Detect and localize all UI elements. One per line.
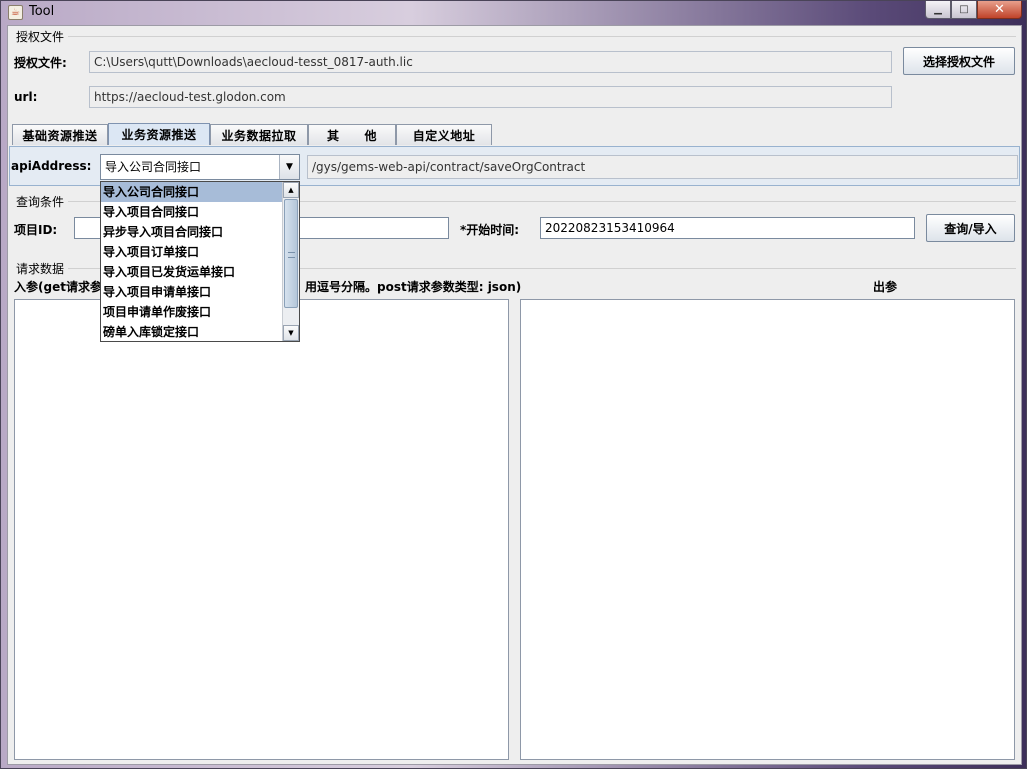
auth-group-label: 授权文件	[16, 30, 65, 44]
dropdown-option[interactable]: 导入公司合同接口	[101, 182, 283, 202]
auth-group-border	[68, 36, 1016, 37]
url-field[interactable]: https://aecloud-test.glodon.com	[89, 86, 892, 108]
output-params-textarea[interactable]	[520, 299, 1015, 760]
grip-icon	[288, 252, 295, 258]
query-group-label: 查询条件	[16, 195, 65, 209]
input-params-label: 入参(get请求参	[14, 280, 102, 294]
window-title: Tool	[29, 4, 55, 19]
start-time-label: *开始时间:	[460, 223, 520, 237]
scroll-thumb[interactable]	[284, 199, 298, 308]
java-icon: ☕	[8, 5, 23, 20]
api-address-selected: 导入公司合同接口	[105, 160, 202, 174]
api-address-label: apiAddress:	[11, 159, 92, 173]
title-bar[interactable]: ☕ Tool ▁ □ ✕	[1, 1, 1026, 25]
close-button[interactable]: ✕	[977, 1, 1022, 19]
request-group-label: 请求数据	[16, 262, 65, 276]
dropdown-option[interactable]: 磅单入库锁定接口	[101, 322, 283, 342]
window-controls: ▁ □ ✕	[925, 1, 1022, 19]
close-icon: ✕	[994, 2, 1005, 17]
tab-other[interactable]: 其 他	[308, 124, 396, 145]
url-label: url:	[14, 90, 38, 104]
tab-business-resource-push[interactable]: 业务资源推送	[108, 123, 210, 145]
dropdown-option[interactable]: 导入项目申请单接口	[101, 282, 283, 302]
main-panel: 授权文件 授权文件: C:\Users\qutt\Downloads\aeclo…	[7, 25, 1022, 765]
tab-business-data-pull[interactable]: 业务数据拉取	[210, 124, 308, 145]
scroll-down-icon[interactable]: ▼	[283, 325, 299, 341]
dropdown-option[interactable]: 导入项目订单接口	[101, 242, 283, 262]
api-address-combobox[interactable]: 导入公司合同接口 ▼	[100, 154, 300, 180]
choose-auth-file-button[interactable]: 选择授权文件	[903, 47, 1015, 75]
dropdown-option[interactable]: 项目申请单作废接口	[101, 302, 283, 322]
minimize-button[interactable]: ▁	[925, 1, 951, 19]
maximize-button[interactable]: □	[951, 1, 977, 19]
chevron-down-icon[interactable]: ▼	[279, 155, 299, 179]
dropdown-scrollbar[interactable]: ▲ ▼	[282, 182, 299, 341]
project-id-label: 项目ID:	[14, 223, 58, 237]
dropdown-option[interactable]: 导入项目合同接口	[101, 202, 283, 222]
minimize-icon: ▁	[934, 3, 942, 15]
dropdown-option[interactable]: 导入项目已发货运单接口	[101, 262, 283, 282]
tab-custom-address[interactable]: 自定义地址	[396, 124, 492, 145]
input-params-hint: 用逗号分隔。post请求参数类型: json)	[305, 280, 522, 294]
auth-file-label: 授权文件:	[14, 56, 67, 70]
input-params-textarea[interactable]	[14, 299, 509, 760]
output-params-label: 出参	[873, 280, 898, 294]
dropdown-option[interactable]: 异步导入项目合同接口	[101, 222, 283, 242]
scroll-up-icon[interactable]: ▲	[283, 182, 299, 198]
api-path-field[interactable]: /gys/gems-web-api/contract/saveOrgContra…	[307, 155, 1018, 179]
api-address-dropdown: 导入公司合同接口 导入项目合同接口 异步导入项目合同接口 导入项目订单接口 导入…	[100, 181, 300, 342]
maximize-icon: □	[959, 3, 969, 15]
query-import-button[interactable]: 查询/导入	[926, 214, 1015, 242]
auth-file-field[interactable]: C:\Users\qutt\Downloads\aecloud-tesst_08…	[89, 51, 892, 73]
start-time-input[interactable]: 20220823153410964	[540, 217, 915, 239]
tab-basic-resource-push[interactable]: 基础资源推送	[12, 124, 108, 145]
app-window: ☕ Tool ▁ □ ✕ 授权文件 授权文件: C:\Users\qutt\Do…	[0, 0, 1027, 769]
